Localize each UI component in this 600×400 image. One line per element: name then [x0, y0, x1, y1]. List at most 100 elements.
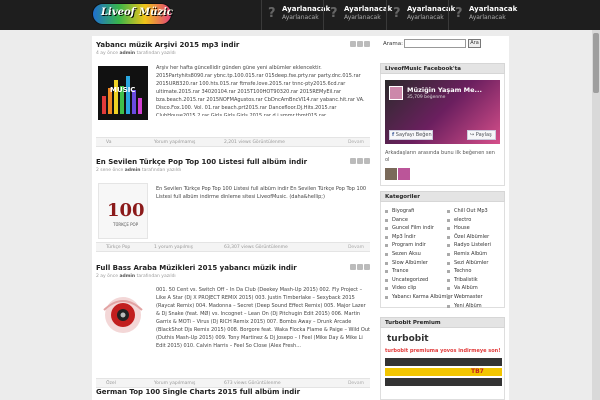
category-link[interactable]: Biyografi: [383, 208, 443, 217]
widget-title: Turbobit Premium: [380, 317, 505, 328]
read-more-link[interactable]: Devam: [348, 245, 364, 250]
header-nav-item-4[interactable]: ? Ayarlanacak Ayarlanacak: [448, 0, 517, 30]
scrollbar-thumb[interactable]: [593, 33, 599, 93]
twitter-icon[interactable]: [357, 41, 363, 47]
category-link[interactable]: Mp3 İndir: [383, 234, 443, 243]
turbobit-price: TB7: [471, 368, 484, 375]
post-title[interactable]: Yabancı müzik Arşivi 2015 mp3 indir: [96, 41, 370, 49]
widget-title: Kategoriler: [380, 191, 505, 202]
facebook-widget: LiveofMusic Facebook'ta Müziğin Yaşam Me…: [380, 63, 505, 186]
question-icon: ?: [393, 6, 401, 21]
category-link[interactable]: Özel Albümler: [445, 234, 503, 243]
question-icon: ?: [330, 6, 338, 21]
nav-subtitle: Ayarlanacak: [282, 14, 319, 21]
plus-icon[interactable]: [364, 41, 370, 47]
question-icon: ?: [455, 6, 463, 21]
facebook-page-name[interactable]: Müziğin Yaşam Me...: [407, 86, 482, 94]
post-thumbnail[interactable]: 100 TÜRKÇE POP: [98, 183, 148, 239]
twitter-icon[interactable]: [357, 264, 363, 270]
question-icon: ?: [268, 6, 276, 21]
site-logo[interactable]: Liveof Müzic: [92, 3, 173, 25]
category-link[interactable]: Program indir: [383, 242, 443, 251]
category-link[interactable]: Tribalistik: [445, 277, 503, 286]
category-link[interactable]: Remix Albüm: [445, 251, 503, 260]
post-title[interactable]: German Top 100 Single Charts 2015 full a…: [96, 388, 370, 396]
facebook-like-button[interactable]: f Sayfayı Beğen: [389, 130, 433, 140]
facebook-box: Müziğin Yaşam Me... 35,709 beğenme f Say…: [380, 74, 505, 186]
post-title[interactable]: En Sevilen Türkçe Pop Top 100 Listesi fu…: [96, 158, 370, 166]
post-comments[interactable]: Yorum yapılmamış: [154, 140, 195, 145]
turbobit-widget: Turbobit Premium turbobit turbobit premi…: [380, 317, 505, 400]
nav-subtitle: Ayarlanacak: [469, 14, 506, 21]
category-link[interactable]: Webmaster: [445, 294, 503, 303]
category-link[interactable]: Sezi Albümler: [445, 260, 503, 269]
post-3: Full Bass Araba Müzikleri 2015 yabancı m…: [96, 264, 370, 279]
facebook-share-button[interactable]: ↪ Paylaş: [467, 130, 496, 140]
category-link[interactable]: Guncel Film indir: [383, 225, 443, 234]
post-3-body: 001. 50 Cent vs. Switch Off – In Da Club…: [96, 286, 370, 376]
share-arrow-icon: ↪: [470, 132, 475, 138]
post-2-body: 100 TÜRKÇE POP En Sevilen Türkçe Pop Top…: [96, 181, 370, 241]
category-link[interactable]: Trance: [383, 268, 443, 277]
turbobit-strip: [385, 368, 502, 376]
category-link[interactable]: House: [445, 225, 503, 234]
thumb-label: MUSIC: [110, 86, 136, 94]
facebook-icon[interactable]: [350, 264, 356, 270]
facebook-friends-text: Arkadaşların arasında bunu ilk beğenen s…: [385, 150, 495, 163]
read-more-link[interactable]: Devam: [348, 381, 364, 386]
post-2: En Sevilen Türkçe Pop Top 100 Listesi fu…: [96, 158, 370, 173]
post-category[interactable]: Türkçe Pop: [106, 245, 130, 250]
facebook-icon[interactable]: [350, 41, 356, 47]
facebook-icon[interactable]: [350, 158, 356, 164]
turbobit-tagline: turbobit premiuma yovos indirmeye son!: [385, 348, 501, 354]
category-link[interactable]: Radyo Listeleri: [445, 242, 503, 251]
facebook-friend-avatars: [385, 168, 410, 182]
category-link[interactable]: Chill Out Mp3: [445, 208, 503, 217]
widget-title: LiveofMusic Facebook'ta: [380, 63, 505, 74]
top-header: Liveof Müzic ? Ayarlanacak Ayarlanacak ?…: [0, 0, 600, 30]
facebook-cover-image[interactable]: Müziğin Yaşam Me... 35,709 beğenme f Say…: [385, 80, 500, 144]
plus-icon[interactable]: [364, 158, 370, 164]
avatar: [389, 86, 403, 100]
post-1-footer: Va Yorum yapılmamış 2,201 views Görüntül…: [96, 137, 370, 147]
search-button[interactable]: Ara: [468, 39, 481, 48]
post-category[interactable]: Va: [106, 140, 112, 145]
post-views: 2,201 views Görüntülenme: [224, 140, 285, 145]
category-link[interactable]: Slow Albümler: [383, 260, 443, 269]
post-author[interactable]: admin: [119, 274, 135, 279]
header-nav-item-3[interactable]: ? Ayarlanacak Ayarlanacak: [386, 0, 455, 30]
post-author[interactable]: admin: [119, 51, 135, 56]
post-title[interactable]: Full Bass Araba Müzikleri 2015 yabancı m…: [96, 264, 370, 272]
post-comments[interactable]: Yorum yapılmamış: [154, 381, 195, 386]
post-thumbnail[interactable]: [98, 290, 148, 340]
logo-text-left: Liveof: [101, 7, 135, 18]
header-nav-item-2[interactable]: ? Ayarlanacak Ayarlanacak: [323, 0, 392, 30]
category-link[interactable]: Techno: [445, 268, 503, 277]
thumb-subtitle: TÜRKÇE POP: [113, 222, 139, 227]
read-more-link[interactable]: Devam: [348, 140, 364, 145]
avatar: [385, 168, 397, 180]
category-link[interactable]: Sezen Aksu: [383, 251, 443, 260]
category-link[interactable]: electro: [445, 217, 503, 226]
category-link[interactable]: Dance: [383, 217, 443, 226]
twitter-icon[interactable]: [357, 158, 363, 164]
search-label: Arama:: [383, 41, 403, 47]
category-link[interactable]: Uncategorized: [383, 277, 443, 286]
post-author[interactable]: admin: [125, 168, 141, 173]
nav-subtitle: Ayarlanacak: [407, 14, 444, 21]
post-views: 673 views Görüntülenme: [224, 381, 281, 386]
avatar: [398, 168, 410, 180]
search-input[interactable]: [404, 39, 466, 48]
post-excerpt: En Sevilen Türkçe Pop Top 100 Listesi fu…: [156, 186, 367, 200]
post-category[interactable]: Özel: [106, 381, 116, 386]
categories-widget: Kategoriler Biyografi Dance Guncel Film …: [380, 191, 505, 309]
category-link[interactable]: Yeni Albüm: [445, 303, 503, 312]
post-comments[interactable]: 1 yorum yapılmış: [154, 245, 193, 250]
category-link[interactable]: Video clip: [383, 285, 443, 294]
post-thumbnail[interactable]: MUSIC: [98, 66, 148, 120]
category-link[interactable]: Yabancı Karma Albümler: [383, 294, 453, 303]
header-nav-item-1[interactable]: ? Ayarlanacak Ayarlanacak: [261, 0, 330, 30]
turbobit-banner[interactable]: turbobit turbobit premiuma yovos indirme…: [380, 328, 505, 400]
category-link[interactable]: Va Albüm: [445, 285, 503, 294]
plus-icon[interactable]: [364, 264, 370, 270]
